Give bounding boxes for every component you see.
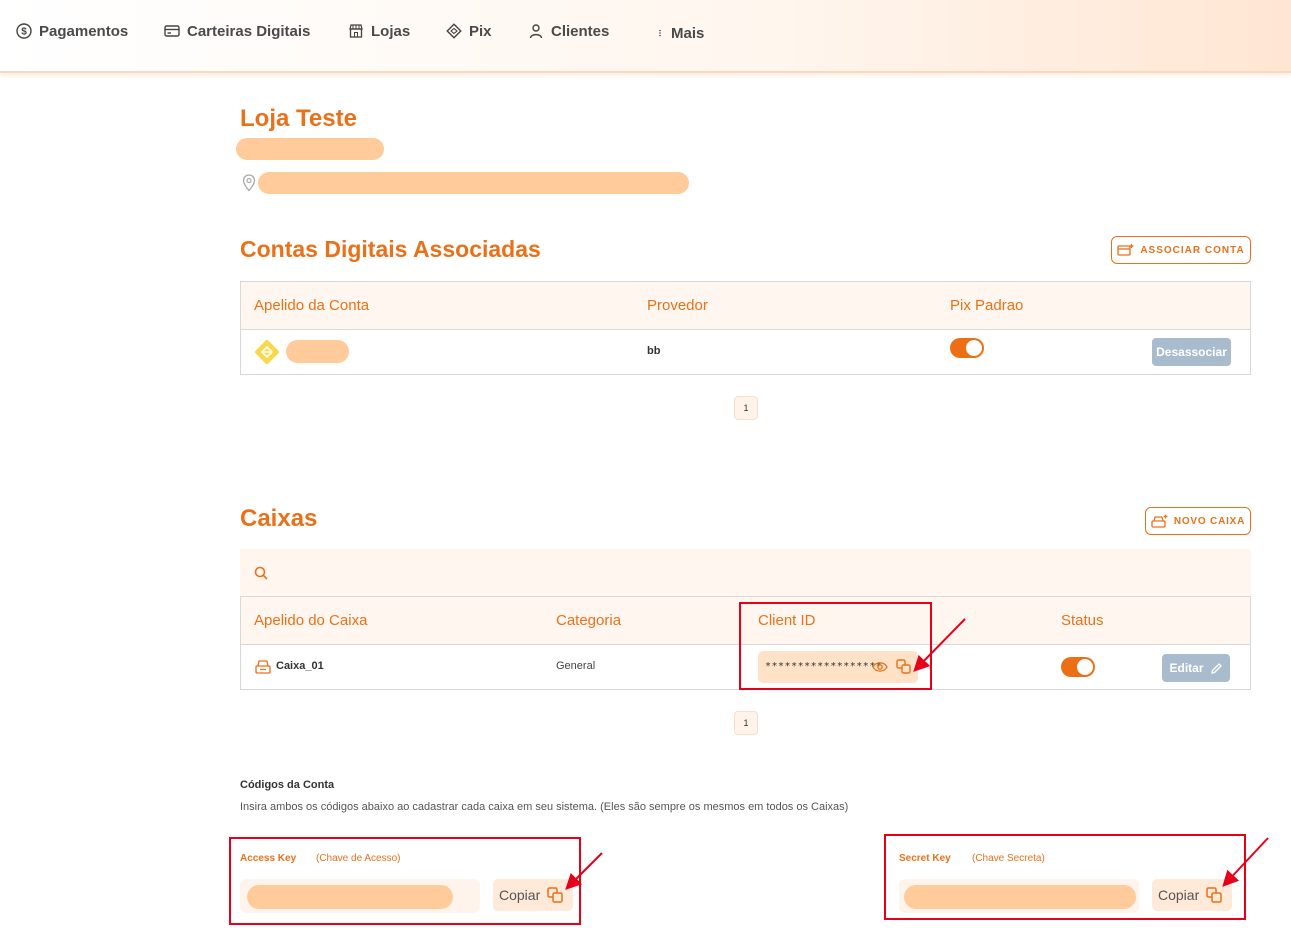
cash-register-icon <box>255 660 271 674</box>
annotation-box-secret-key <box>884 834 1246 920</box>
cash-register-icon <box>1151 514 1168 528</box>
pix-default-toggle[interactable] <box>950 338 984 358</box>
new-register-label: NOVO CAIXA <box>1173 515 1246 527</box>
new-register-button[interactable]: NOVO CAIXA <box>1145 507 1251 535</box>
pencil-icon <box>1210 662 1222 674</box>
registers-section-title: Caixas <box>240 505 318 532</box>
codes-title: Códigos da Conta <box>240 779 335 791</box>
store-title: Loja Teste <box>240 105 357 132</box>
register-search-bar[interactable] <box>240 549 1251 596</box>
table-row: bb Desassociar <box>241 330 1250 374</box>
nav-item-pix[interactable]: Pix <box>446 21 492 41</box>
associate-account-label: ASSOCIAR CONTA <box>1140 244 1245 256</box>
annotation-box-client-id <box>739 602 932 690</box>
nav-label: Pix <box>469 22 492 40</box>
nav-item-clientes[interactable]: Clientes <box>528 21 609 41</box>
edit-label: Editar <box>1169 661 1204 675</box>
provider-value: bb <box>647 345 661 357</box>
accounts-table: Apelido da Conta Provedor Pix Padrao bb … <box>240 281 1251 375</box>
top-navigation: $ Pagamentos Carteiras Digitais Lojas Pi… <box>0 0 1291 73</box>
vertical-dots-icon <box>659 29 661 37</box>
associate-account-button[interactable]: ASSOCIAR CONTA <box>1111 236 1251 264</box>
nav-item-carteiras-digitais[interactable]: Carteiras Digitais <box>164 21 310 41</box>
column-header-pix-padrao: Pix Padrao <box>950 297 1024 314</box>
register-category: General <box>556 660 596 672</box>
nav-item-lojas[interactable]: Lojas <box>348 21 410 41</box>
map-pin-icon <box>242 174 256 192</box>
nav-label: Pagamentos <box>39 22 129 40</box>
redacted-address <box>258 172 689 194</box>
dollar-circle-icon: $ <box>16 23 32 39</box>
registers-page-1-button[interactable]: 1 <box>734 711 758 735</box>
credit-card-icon <box>164 25 180 37</box>
add-card-icon <box>1117 244 1134 256</box>
search-icon <box>254 566 268 580</box>
nav-item-pagamentos[interactable]: $ Pagamentos <box>16 21 128 41</box>
codes-description: Insira ambos os códigos abaixo ao cadast… <box>240 801 849 813</box>
nav-item-mais[interactable]: Mais <box>656 23 704 43</box>
column-header-apelido-caixa: Apelido do Caixa <box>254 612 368 629</box>
bank-logo-icon <box>255 340 279 364</box>
redacted-store-id <box>236 138 384 160</box>
annotation-arrows <box>565 618 1269 890</box>
pix-icon <box>446 23 462 39</box>
accounts-section-title: Contas Digitais Associadas <box>240 236 541 262</box>
register-name: Caixa_01 <box>276 660 324 672</box>
edit-register-button[interactable]: Editar <box>1162 654 1230 682</box>
store-icon <box>349 24 363 38</box>
column-header-provedor: Provedor <box>647 297 708 314</box>
annotation-box-access-key <box>229 837 581 925</box>
nav-label: Mais <box>671 24 705 42</box>
unassociate-button[interactable]: Desassociar <box>1152 338 1231 366</box>
redacted-account-nickname <box>286 340 349 363</box>
column-header-status: Status <box>1061 612 1104 629</box>
svg-text:$: $ <box>21 27 27 38</box>
column-header-categoria: Categoria <box>556 612 622 629</box>
accounts-page-1-button[interactable]: 1 <box>734 396 758 420</box>
column-header-apelido-conta: Apelido da Conta <box>254 297 370 314</box>
nav-label: Carteiras Digitais <box>187 22 311 40</box>
accounts-table-header: Apelido da Conta Provedor Pix Padrao <box>241 282 1250 330</box>
nav-label: Lojas <box>371 22 411 40</box>
user-icon <box>529 24 543 39</box>
nav-label: Clientes <box>551 22 610 40</box>
register-status-toggle[interactable] <box>1061 657 1095 677</box>
